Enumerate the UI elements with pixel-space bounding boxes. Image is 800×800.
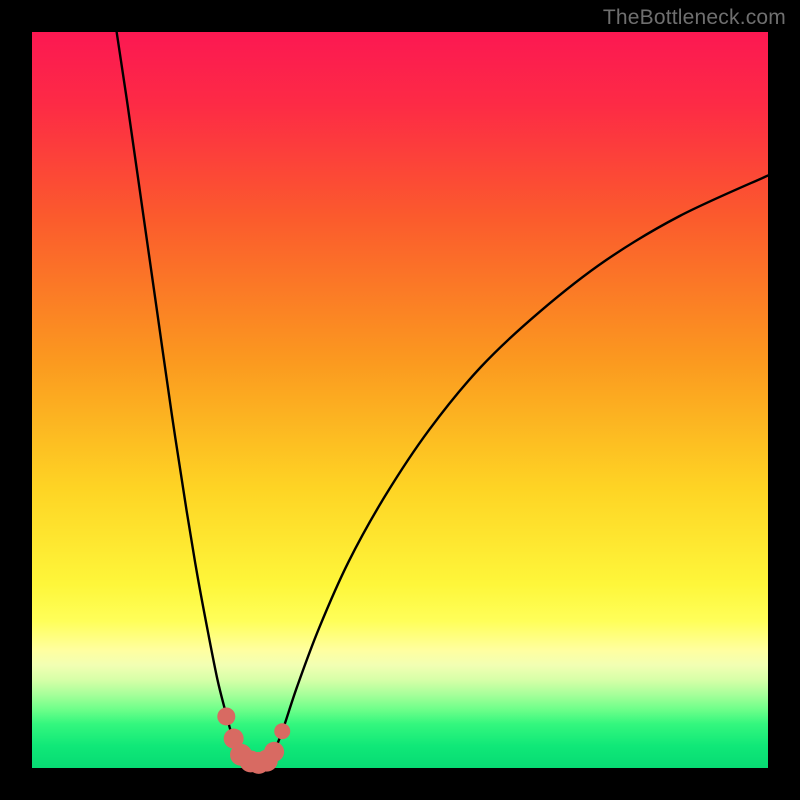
outer-frame: TheBottleneck.com bbox=[0, 0, 800, 800]
curve-layer bbox=[32, 32, 768, 768]
watermark-text: TheBottleneck.com bbox=[603, 6, 786, 30]
trough-marker bbox=[264, 742, 284, 762]
bottleneck-curve bbox=[117, 32, 768, 763]
trough-marker bbox=[217, 707, 235, 725]
trough-marker bbox=[274, 723, 290, 739]
